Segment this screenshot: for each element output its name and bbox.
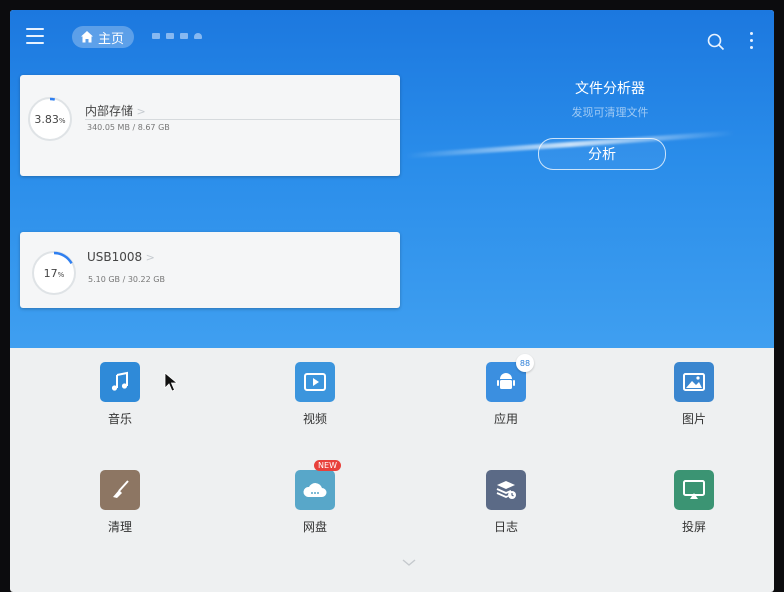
layers-clock-icon — [486, 470, 526, 510]
category-clean[interactable]: 清理 — [65, 470, 175, 535]
music-note-icon — [100, 362, 140, 402]
apps-count-badge: 88 — [516, 354, 534, 372]
internal-storage-card[interactable]: 3.83% 内部存储 340.05 MB / 8.67 GB — [20, 75, 400, 176]
category-label: 清理 — [107, 520, 132, 534]
path-dots — [152, 33, 202, 39]
search-icon[interactable] — [707, 33, 725, 51]
usb-usage-arc — [53, 251, 73, 265]
category-logs[interactable]: 日志 — [451, 470, 561, 535]
screen-cast-icon — [674, 470, 714, 510]
mouse-pointer-icon — [164, 372, 178, 392]
internal-storage-ring: 3.83% — [28, 97, 72, 141]
category-label: 图片 — [681, 412, 706, 426]
category-pictures[interactable]: 图片 — [639, 362, 749, 427]
home-icon — [81, 31, 93, 43]
internal-usage-arc — [49, 97, 56, 101]
video-play-icon — [295, 362, 335, 402]
broom-icon — [100, 470, 140, 510]
analyzer-title: 文件分析器 — [575, 81, 645, 97]
category-label: 投屏 — [681, 520, 706, 534]
top-bar: 主页 — [10, 10, 774, 66]
usb-storage-card[interactable]: 17% USB1008 5.10 GB / 30.22 GB — [20, 232, 400, 308]
screen: 主页 3.83% 内部存储 340.05 MB / 8.67 GB 17% US — [10, 10, 774, 592]
image-icon — [674, 362, 714, 402]
usb-storage-title: USB1008 — [87, 250, 155, 264]
category-screen-cast[interactable]: 投屏 — [639, 470, 749, 535]
usb-storage-ring: 17% — [32, 251, 76, 295]
more-options-icon[interactable] — [748, 32, 754, 54]
category-label: 音乐 — [107, 412, 132, 426]
breadcrumb-home-label: 主页 — [98, 31, 125, 47]
internal-storage-usage: 340.05 MB / 8.67 GB — [87, 123, 170, 132]
category-apps[interactable]: 88 应用 — [451, 354, 561, 427]
new-badge: NEW — [314, 460, 341, 471]
breadcrumb-home[interactable]: 主页 — [72, 26, 135, 48]
chevron-down-icon[interactable] — [402, 559, 416, 567]
menu-icon[interactable] — [26, 28, 44, 44]
android-icon: 88 — [486, 354, 534, 402]
divider — [85, 119, 400, 120]
analyzer-subtitle: 发现可清理文件 — [571, 106, 649, 119]
cloud-icon: NEW — [295, 460, 341, 510]
category-label: 网盘 — [302, 520, 327, 534]
category-video[interactable]: 视频 — [260, 362, 370, 427]
file-analyzer-panel: 文件分析器 发现可清理文件 — [530, 78, 690, 120]
category-label: 视频 — [302, 412, 327, 426]
category-cloud-drive[interactable]: NEW 网盘 — [260, 460, 370, 535]
usb-storage-usage: 5.10 GB / 30.22 GB — [88, 275, 165, 284]
category-music[interactable]: 音乐 — [65, 362, 175, 427]
internal-storage-title: 内部存储 — [85, 102, 146, 119]
analyze-button[interactable]: 分析 — [538, 138, 666, 170]
category-label: 日志 — [493, 520, 518, 534]
category-label: 应用 — [493, 412, 518, 426]
